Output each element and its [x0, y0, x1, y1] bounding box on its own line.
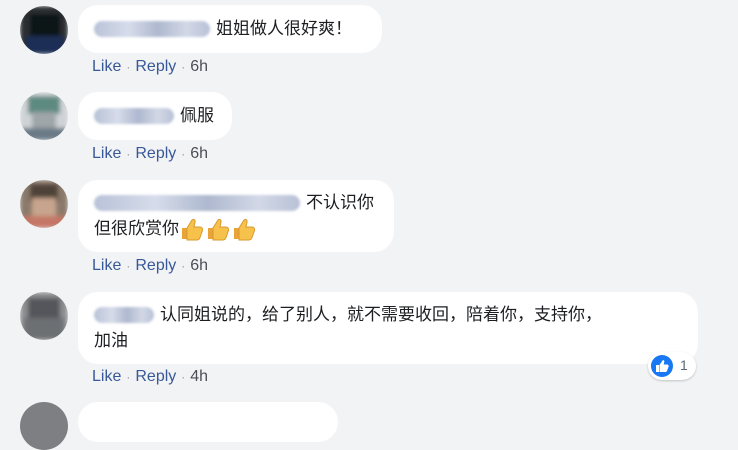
comment-actions: Like · Reply · 6h	[92, 58, 208, 76]
comment-bubble: 认同姐说的，给了别人，就不需要收回，陪着你，支持你， 加油	[78, 292, 698, 364]
separator-dot: ·	[126, 370, 131, 384]
comment-actions: Like · Reply · 6h	[92, 257, 208, 275]
avatar-image	[20, 92, 68, 140]
like-link[interactable]: Like	[92, 145, 121, 162]
reaction-count: 1	[680, 357, 688, 373]
commenter-name[interactable]	[94, 307, 154, 323]
comment-text: 加油	[94, 331, 128, 351]
timestamp[interactable]: 6h	[190, 145, 208, 162]
avatar-image	[20, 180, 68, 228]
comment-text: 不认识你	[306, 193, 374, 213]
avatar-image	[20, 402, 68, 450]
comment-bubble: 佩服	[78, 92, 232, 140]
timestamp[interactable]: 4h	[190, 368, 208, 385]
comment-line-1: 认同姐说的，给了别人，就不需要收回，陪着你，支持你，	[94, 302, 682, 328]
separator-dot: ·	[181, 259, 186, 273]
reaction-badge[interactable]: 1	[648, 352, 696, 380]
reply-link[interactable]: Reply	[135, 145, 176, 162]
comment-bubble: 姐姐做人很好爽！	[78, 5, 382, 53]
commenter-name[interactable]	[94, 21, 210, 37]
avatar-image	[20, 292, 68, 340]
thumbs-up-emoji	[231, 217, 257, 241]
timestamp[interactable]: 6h	[190, 58, 208, 75]
thumbs-up-emoji	[205, 217, 231, 241]
like-link[interactable]: Like	[92, 257, 121, 274]
reply-link[interactable]: Reply	[135, 58, 176, 75]
comment-text: 佩服	[180, 106, 214, 126]
separator-dot: ·	[181, 147, 186, 161]
avatar[interactable]	[20, 6, 68, 54]
timestamp[interactable]: 6h	[190, 257, 208, 274]
commenter-name[interactable]	[94, 195, 300, 211]
avatar[interactable]	[20, 402, 68, 450]
separator-dot: ·	[181, 60, 186, 74]
separator-dot: ·	[126, 60, 131, 74]
thumbs-up-emoji	[179, 217, 205, 241]
avatar[interactable]	[20, 92, 68, 140]
avatar[interactable]	[20, 180, 68, 228]
comment-actions: Like · Reply · 6h	[92, 145, 208, 163]
comment-line-2: 加油	[94, 328, 682, 354]
comment-text: 认同姐说的，给了别人，就不需要收回，陪着你，支持你，	[160, 305, 602, 325]
comment-actions: Like · Reply · 4h	[92, 368, 208, 386]
comment-text: 但很欣赏你	[94, 219, 179, 239]
like-icon	[651, 355, 673, 377]
like-link[interactable]: Like	[92, 58, 121, 75]
separator-dot: ·	[181, 370, 186, 384]
separator-dot: ·	[126, 259, 131, 273]
comment-line-2: 但很欣赏你	[94, 216, 378, 242]
separator-dot: ·	[126, 147, 131, 161]
commenter-name[interactable]	[94, 108, 174, 124]
comment-text: 姐姐做人很好爽！	[216, 19, 352, 39]
avatar[interactable]	[20, 292, 68, 340]
comment-bubble	[78, 402, 338, 442]
like-link[interactable]: Like	[92, 368, 121, 385]
reply-link[interactable]: Reply	[135, 368, 176, 385]
comment-bubble: 不认识你 但很欣赏你	[78, 180, 394, 252]
avatar-image	[20, 6, 68, 54]
comment-line-1: 不认识你	[94, 190, 378, 216]
reply-link[interactable]: Reply	[135, 257, 176, 274]
